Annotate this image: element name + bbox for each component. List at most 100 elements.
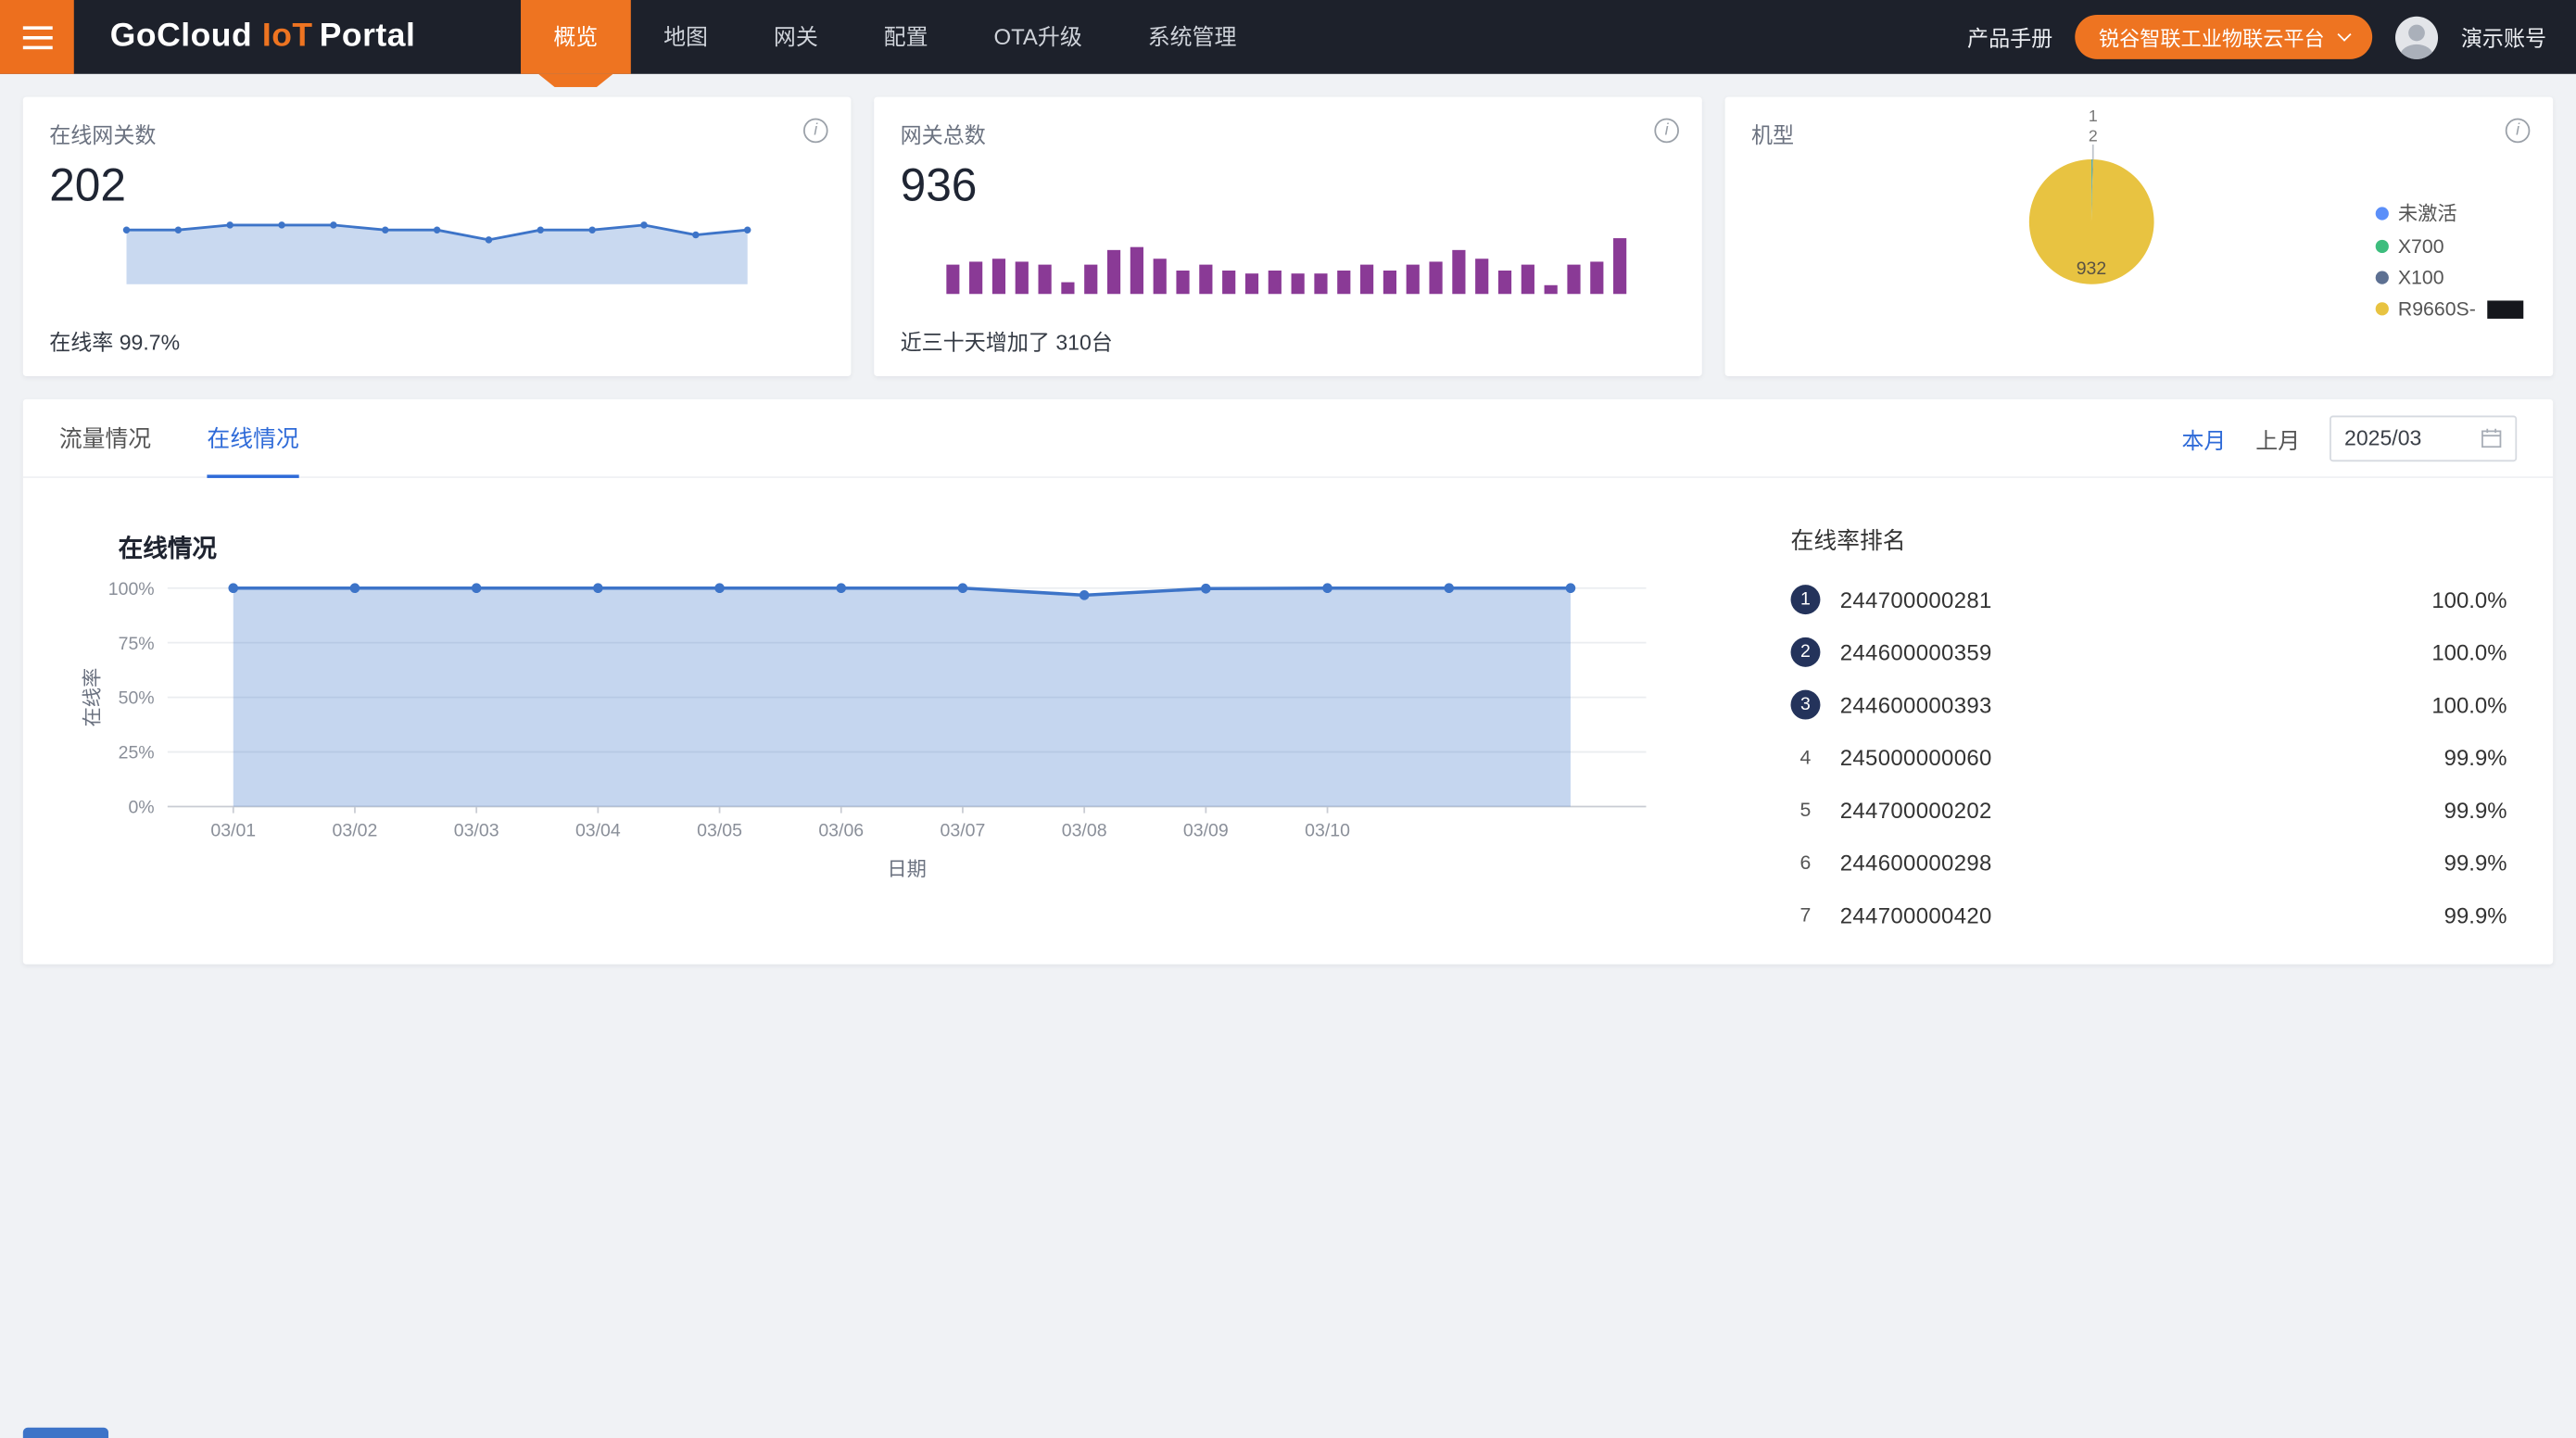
nav-item-gateway[interactable]: 网关 [740, 0, 851, 74]
online-rate-area-chart: 100%75%50%25%0%03/0103/0203/0303/0403/05… [72, 572, 1683, 884]
nav-item-config[interactable]: 配置 [851, 0, 961, 74]
info-icon[interactable]: i [803, 119, 828, 144]
calendar-icon [2481, 427, 2502, 448]
chevron-down-icon [2337, 27, 2351, 41]
legend-dot [2375, 207, 2388, 220]
info-icon[interactable]: i [2506, 119, 2531, 144]
ranking-row: 2 244600000359 100.0% [1791, 625, 2507, 678]
ranking-row: 7 244700000420 99.9% [1791, 889, 2507, 941]
month-picker-input[interactable]: 2025/03 [2330, 415, 2517, 461]
this-month-toggle[interactable]: 本月 [2181, 422, 2226, 454]
svg-text:03/07: 03/07 [941, 820, 986, 840]
gateway-id: 244600000393 [1840, 692, 1992, 717]
legend-label: R9660S- [2398, 297, 2476, 321]
month-picker-value: 2025/03 [2344, 425, 2421, 450]
redacted-text [2487, 300, 2523, 319]
rank-badge: 2 [1791, 637, 1821, 667]
svg-text:100%: 100% [108, 579, 155, 599]
info-icon[interactable]: i [1654, 119, 1679, 144]
legend-item: X100 [2375, 266, 2523, 289]
svg-text:2: 2 [2089, 126, 2098, 145]
tenant-selector-button[interactable]: 锐谷智联工业物联云平台 [2076, 15, 2372, 59]
svg-text:25%: 25% [119, 743, 155, 763]
nav-item-system-mgmt[interactable]: 系统管理 [1115, 0, 1269, 74]
rank-badge: 1 [1791, 585, 1821, 614]
rank-badge: 6 [1791, 848, 1821, 877]
rank-badge: 5 [1791, 795, 1821, 825]
tenant-name: 锐谷智联工业物联云平台 [2099, 21, 2325, 53]
card-title: 在线网关数 [49, 119, 825, 150]
online-rate-value: 99.9% [2444, 798, 2507, 823]
online-rate-footer: 在线率 99.7% [49, 325, 180, 357]
svg-text:1: 1 [2089, 107, 2098, 125]
account-name[interactable]: 演示账号 [2461, 21, 2546, 53]
svg-text:50%: 50% [119, 688, 155, 709]
total-gateway-count: 936 [901, 159, 1676, 212]
online-rate-value: 99.9% [2444, 851, 2507, 876]
svg-text:03/04: 03/04 [575, 820, 621, 840]
svg-text:03/08: 03/08 [1062, 820, 1107, 840]
stat-cards-row: 在线网关数 i 202 在线率 99.7% 网关总数 i 936 近三十天增加了… [23, 97, 2553, 376]
models-pie-chart: 12 932 [1985, 100, 2198, 307]
tab-traffic[interactable]: 流量情况 [59, 398, 151, 477]
navbar-right: 产品手册 锐谷智联工业物联云平台 演示账号 [1967, 15, 2576, 59]
legend-item: 未激活 [2375, 199, 2523, 227]
panel-header: 流量情况 在线情况 本月 上月 2025/03 [23, 399, 2553, 478]
panel-body: 在线情况 100%75%50%25%0%03/0103/0203/0303/04… [23, 478, 2553, 941]
gateway-growth-bar-chart [946, 219, 1630, 295]
online-rate-value: 100.0% [2431, 587, 2507, 612]
card-title: 网关总数 [901, 119, 1676, 150]
svg-text:932: 932 [2077, 259, 2107, 279]
svg-text:0%: 0% [128, 798, 154, 818]
online-gateways-sparkline-chart [117, 219, 757, 291]
menu-button[interactable] [0, 0, 74, 74]
gateway-id: 245000000060 [1840, 745, 1992, 770]
avatar[interactable] [2395, 16, 2438, 58]
rank-badge: 3 [1791, 690, 1821, 720]
chart-title: 在线情况 [119, 531, 1791, 565]
legend-dot [2375, 271, 2388, 284]
logo-accent: IoT [262, 19, 313, 55]
online-rate-value: 99.9% [2444, 902, 2507, 927]
online-rate-value: 99.9% [2444, 745, 2507, 770]
svg-text:03/05: 03/05 [697, 820, 742, 840]
ranking-row: 4 245000000060 99.9% [1791, 731, 2507, 784]
online-rate-chart-block: 在线情况 100%75%50%25%0%03/0103/0203/0303/04… [72, 488, 1791, 941]
rank-badge: 7 [1791, 901, 1821, 930]
legend-dot [2375, 240, 2388, 253]
legend-label: X700 [2398, 235, 2444, 259]
logo-name: GoCloud [110, 19, 252, 55]
last-month-toggle[interactable]: 上月 [2255, 422, 2300, 454]
growth-footer: 近三十天增加了 310台 [901, 325, 1113, 357]
logo: GoCloud IoTPortal [110, 19, 416, 57]
online-status-panel: 流量情况 在线情况 本月 上月 2025/03 在线情况 100%75%50%2… [23, 399, 2553, 965]
bottom-widget[interactable] [23, 1428, 108, 1438]
ranking-row: 1 244700000281 100.0% [1791, 574, 2507, 626]
gateway-id: 244700000420 [1840, 902, 1992, 927]
logo-suffix: Portal [320, 19, 416, 55]
online-rate-ranking: 在线率排名 1 244700000281 100.0% 2 2446000003… [1791, 488, 2507, 941]
online-rate-value: 100.0% [2431, 692, 2507, 717]
nav-item-ota-upgrade[interactable]: OTA升级 [961, 0, 1115, 74]
svg-text:03/06: 03/06 [818, 820, 864, 840]
legend-item: R9660S- [2375, 297, 2523, 321]
online-gateway-count: 202 [49, 159, 825, 212]
gateway-id: 244600000298 [1840, 851, 1992, 876]
card-total-gateways: 网关总数 i 936 近三十天增加了 310台 [874, 97, 1702, 376]
ranking-title: 在线率排名 [1791, 524, 2507, 557]
top-navbar: GoCloudIoTPortal 概览 地图 网关 配置 OTA升级 系统管理 … [0, 0, 2576, 74]
ranking-list: 1 244700000281 100.0% 2 244600000359 100… [1791, 574, 2507, 941]
main-nav: 概览 地图 网关 配置 OTA升级 系统管理 [521, 0, 1269, 74]
nav-item-map[interactable]: 地图 [631, 0, 741, 74]
legend-dot [2375, 302, 2388, 315]
svg-text:03/02: 03/02 [333, 820, 378, 840]
svg-text:75%: 75% [119, 634, 155, 654]
nav-item-overview[interactable]: 概览 [521, 0, 631, 74]
gateway-id: 244700000202 [1840, 798, 1992, 823]
legend-item: X700 [2375, 235, 2523, 259]
tab-online-status[interactable]: 在线情况 [207, 398, 298, 477]
legend-label: 未激活 [2398, 199, 2457, 227]
ranking-row: 3 244600000393 100.0% [1791, 678, 2507, 731]
product-manual-link[interactable]: 产品手册 [1967, 21, 2052, 53]
legend-label: X100 [2398, 266, 2444, 289]
